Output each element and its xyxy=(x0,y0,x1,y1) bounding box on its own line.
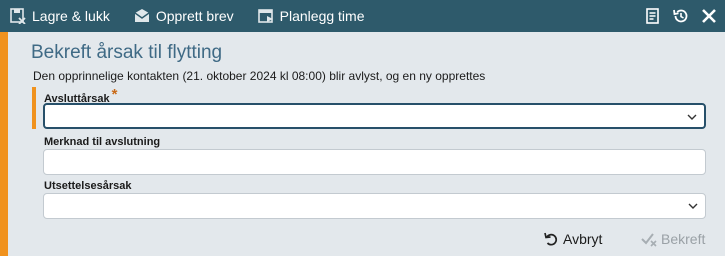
history-icon[interactable] xyxy=(667,0,695,32)
required-indicator: * xyxy=(111,86,118,103)
create-letter-label: Opprett brev xyxy=(155,8,234,24)
save-close-icon xyxy=(10,8,26,24)
close-icon[interactable] xyxy=(695,0,723,32)
calendar-icon xyxy=(257,8,274,24)
end-note-input[interactable] xyxy=(43,149,706,175)
postpone-reason-label: Utsettelsesårsak xyxy=(44,180,132,192)
required-field-marker-bar xyxy=(32,87,36,129)
move-reason-dialog: Bekreft årsak til flytting Den opprinnel… xyxy=(0,32,725,256)
dialog-accent-bar xyxy=(0,32,8,256)
postpone-reason-select[interactable] xyxy=(43,193,706,219)
confirm-button[interactable]: Bekreft xyxy=(641,228,705,250)
chevron-down-icon xyxy=(686,111,698,123)
end-note-label: Merknad til avslutning xyxy=(44,136,161,148)
notes-icon[interactable] xyxy=(639,0,667,32)
dialog-title: Bekreft årsak til flytting xyxy=(31,42,223,63)
create-letter-button[interactable]: Opprett brev xyxy=(124,0,238,32)
end-reason-select[interactable] xyxy=(43,103,706,129)
chevron-down-icon xyxy=(687,200,699,212)
save-and-close-label: Lagre & lukk xyxy=(32,8,110,24)
check-icon xyxy=(641,231,657,247)
letter-icon xyxy=(134,8,150,24)
dialog-description: Den opprinnelige kontakten (21. oktober … xyxy=(33,69,486,83)
schedule-appointment-label: Planlegg time xyxy=(279,8,365,24)
undo-icon xyxy=(543,231,559,247)
toolbar: Lagre & lukk Opprett brev Planlegg time xyxy=(0,0,725,32)
schedule-appointment-button[interactable]: Planlegg time xyxy=(248,0,369,32)
confirm-label: Bekreft xyxy=(661,231,706,247)
cancel-button[interactable]: Avbryt xyxy=(543,228,602,250)
cancel-label: Avbryt xyxy=(563,231,603,247)
save-and-close-button[interactable]: Lagre & lukk xyxy=(0,0,114,32)
